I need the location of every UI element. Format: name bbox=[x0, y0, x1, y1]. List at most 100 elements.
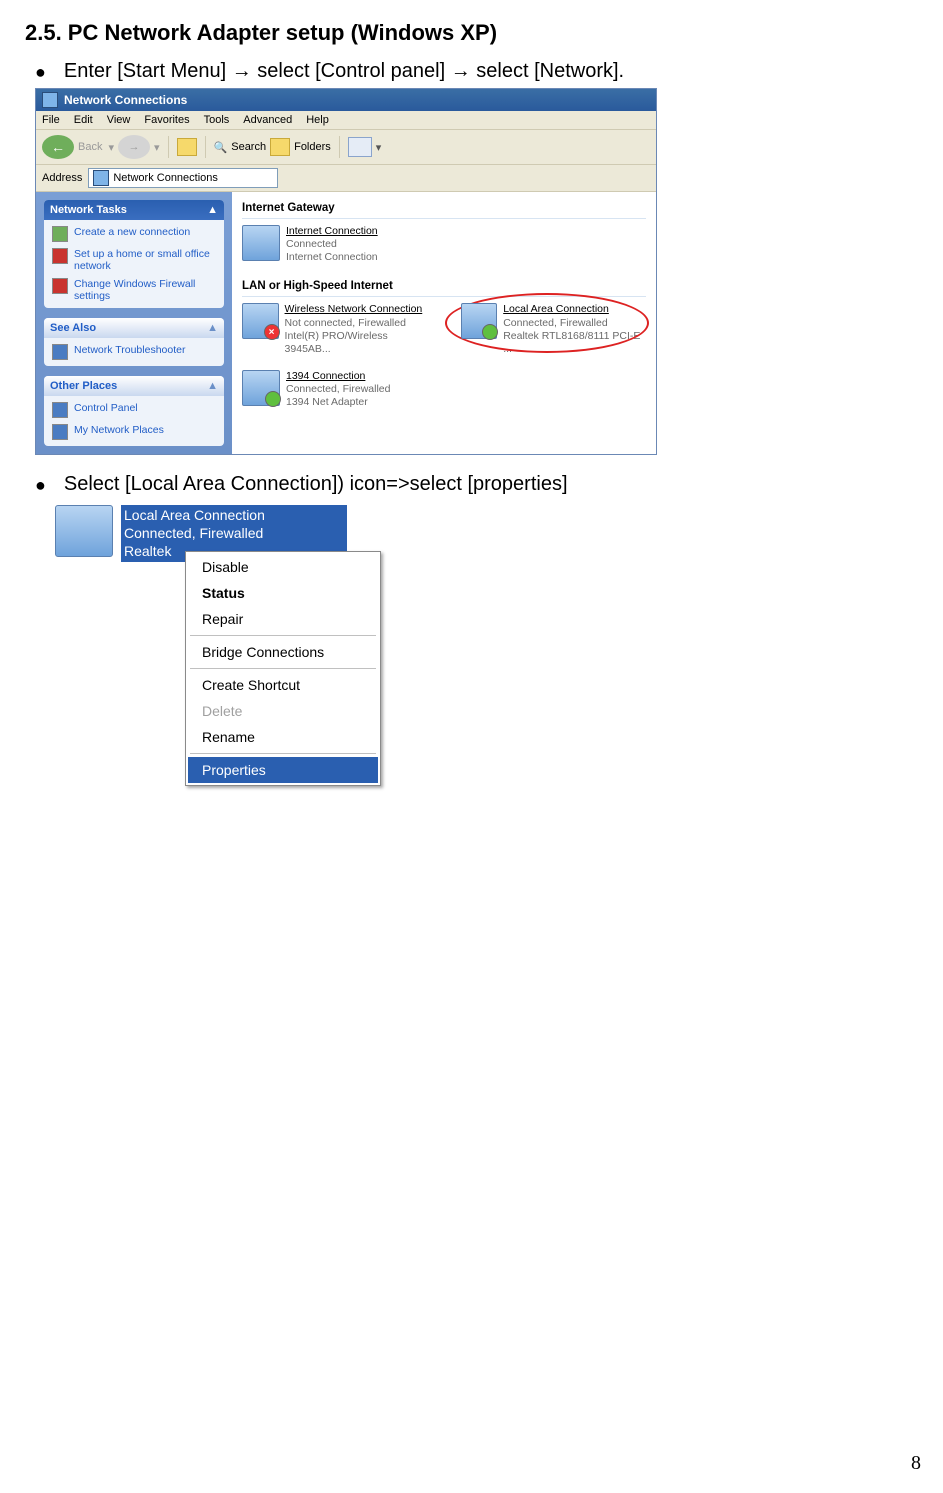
menu-item-status[interactable]: Status bbox=[188, 580, 378, 606]
address-input[interactable]: Network Connections bbox=[88, 168, 278, 188]
fwd-dropdown-icon[interactable]: ▾ bbox=[154, 141, 160, 154]
menu-item-disable[interactable]: Disable bbox=[188, 554, 378, 580]
see-also-title: See Also bbox=[50, 322, 96, 334]
menu-item-bridge[interactable]: Bridge Connections bbox=[188, 639, 378, 665]
nic-icon bbox=[55, 505, 113, 557]
collapse-icon: ▲ bbox=[207, 204, 218, 216]
other-places-panel: Other Places ▲ Control Panel My Network … bbox=[44, 376, 224, 446]
bullet-dot-icon: ● bbox=[35, 473, 46, 497]
context-menu: Disable Status Repair Bridge Connections… bbox=[185, 551, 381, 786]
menu-bar: File Edit View Favorites Tools Advanced … bbox=[36, 111, 656, 130]
see-also-header[interactable]: See Also ▲ bbox=[44, 318, 224, 338]
other-label: My Network Places bbox=[74, 424, 164, 436]
disconnected-badge-icon: × bbox=[264, 324, 280, 340]
connection-wireless[interactable]: × Wireless Network Connection Not connec… bbox=[242, 303, 431, 356]
menu-favorites[interactable]: Favorites bbox=[144, 114, 189, 126]
task-label: Change Windows Firewall settings bbox=[74, 278, 216, 302]
connection-local-area[interactable]: Local Area Connection Connected, Firewal… bbox=[461, 303, 646, 356]
nic-icon bbox=[242, 370, 280, 406]
collapse-icon: ▲ bbox=[207, 380, 218, 392]
group-internet-gateway: Internet Gateway bbox=[242, 200, 646, 219]
conn-name: Local Area Connection bbox=[503, 303, 646, 316]
other-label: Control Panel bbox=[74, 402, 138, 414]
folders-button[interactable]: Folders bbox=[270, 138, 331, 156]
back-button[interactable]: ← bbox=[42, 135, 74, 159]
group-lan: LAN or High-Speed Internet bbox=[242, 278, 646, 297]
other-control-panel[interactable]: Control Panel bbox=[52, 402, 216, 418]
search-button[interactable]: 🔍 Search bbox=[214, 141, 267, 154]
task-label: Create a new connection bbox=[74, 226, 190, 238]
see-also-troubleshooter[interactable]: Network Troubleshooter bbox=[52, 344, 216, 360]
menu-separator bbox=[190, 668, 376, 669]
window-titlebar: Network Connections bbox=[36, 89, 656, 111]
views-button[interactable] bbox=[348, 137, 372, 157]
folders-icon bbox=[270, 138, 290, 156]
address-bar: Address Network Connections bbox=[36, 165, 656, 192]
menu-view[interactable]: View bbox=[107, 114, 131, 126]
window-icon bbox=[42, 92, 58, 108]
task-setup-network[interactable]: Set up a home or small office network bbox=[52, 248, 216, 272]
connected-badge-icon bbox=[265, 391, 281, 407]
see-also-label: Network Troubleshooter bbox=[74, 344, 185, 356]
views-dropdown-icon[interactable]: ▾ bbox=[376, 141, 382, 154]
task-create-connection[interactable]: Create a new connection bbox=[52, 226, 216, 242]
window-title: Network Connections bbox=[64, 93, 187, 107]
menu-tools[interactable]: Tools bbox=[204, 114, 230, 126]
up-folder-icon[interactable] bbox=[177, 138, 197, 156]
menu-separator bbox=[190, 635, 376, 636]
bullet-1: ● Enter [Start Menu] → select [Control p… bbox=[35, 60, 918, 84]
menu-separator bbox=[190, 753, 376, 754]
forward-button[interactable]: → bbox=[118, 135, 150, 159]
connected-badge-icon bbox=[482, 324, 498, 340]
troubleshooter-icon bbox=[52, 344, 68, 360]
conn-device: Intel(R) PRO/Wireless 3945AB... bbox=[285, 330, 431, 356]
context-menu-screenshot: Local Area Connection Connected, Firewal… bbox=[55, 505, 435, 592]
conn-name: Wireless Network Connection bbox=[285, 303, 431, 316]
bullet-dot-icon: ● bbox=[35, 60, 46, 84]
toolbar-separator bbox=[205, 136, 206, 158]
connection-1394[interactable]: 1394 Connection Connected, Firewalled 13… bbox=[242, 370, 390, 409]
menu-help[interactable]: Help bbox=[306, 114, 329, 126]
conn-status: Not connected, Firewalled bbox=[285, 317, 431, 330]
other-places-title: Other Places bbox=[50, 380, 117, 392]
conn-name: 1394 Connection bbox=[286, 370, 390, 383]
menu-item-repair[interactable]: Repair bbox=[188, 606, 378, 632]
folders-label: Folders bbox=[294, 141, 331, 153]
network-places-icon bbox=[52, 424, 68, 440]
task-firewall[interactable]: Change Windows Firewall settings bbox=[52, 278, 216, 302]
nic-icon bbox=[461, 303, 498, 339]
menu-item-shortcut[interactable]: Create Shortcut bbox=[188, 672, 378, 698]
connections-area: Internet Gateway Internet Connection Con… bbox=[232, 192, 656, 454]
search-label: Search bbox=[231, 141, 266, 153]
connection-internet[interactable]: Internet Connection Connected Internet C… bbox=[242, 225, 378, 264]
conn-device: Internet Connection bbox=[286, 251, 378, 264]
nic-icon: × bbox=[242, 303, 279, 339]
back-dropdown-icon[interactable]: ▾ bbox=[108, 141, 114, 154]
other-network-places[interactable]: My Network Places bbox=[52, 424, 216, 440]
home-network-icon bbox=[52, 248, 68, 264]
see-also-panel: See Also ▲ Network Troubleshooter bbox=[44, 318, 224, 366]
conn-device: 1394 Net Adapter bbox=[286, 396, 390, 409]
address-label: Address bbox=[42, 172, 82, 184]
bullet-2-text: Select [Local Area Connection]) icon=>se… bbox=[64, 473, 568, 496]
back-label: Back bbox=[78, 141, 102, 153]
collapse-icon: ▲ bbox=[207, 322, 218, 334]
network-tasks-header[interactable]: Network Tasks ▲ bbox=[44, 200, 224, 220]
network-tasks-panel: Network Tasks ▲ Create a new connection … bbox=[44, 200, 224, 308]
toolbar: ← Back ▾ → ▾ 🔍 Search Folders ▾ bbox=[36, 130, 656, 165]
conn-status: Connected, Firewalled bbox=[286, 383, 390, 396]
bullet-1-text: Enter [Start Menu] → select [Control pan… bbox=[64, 60, 624, 83]
menu-item-rename[interactable]: Rename bbox=[188, 724, 378, 750]
firewall-icon bbox=[52, 278, 68, 294]
conn-name: Internet Connection bbox=[286, 225, 378, 238]
other-places-header[interactable]: Other Places ▲ bbox=[44, 376, 224, 396]
wizard-icon bbox=[52, 226, 68, 242]
menu-item-properties[interactable]: Properties bbox=[188, 757, 378, 783]
menu-edit[interactable]: Edit bbox=[74, 114, 93, 126]
menu-advanced[interactable]: Advanced bbox=[243, 114, 292, 126]
menu-file[interactable]: File bbox=[42, 114, 60, 126]
toolbar-separator bbox=[339, 136, 340, 158]
toolbar-separator bbox=[168, 136, 169, 158]
task-label: Set up a home or small office network bbox=[74, 248, 216, 272]
menu-item-delete: Delete bbox=[188, 698, 378, 724]
